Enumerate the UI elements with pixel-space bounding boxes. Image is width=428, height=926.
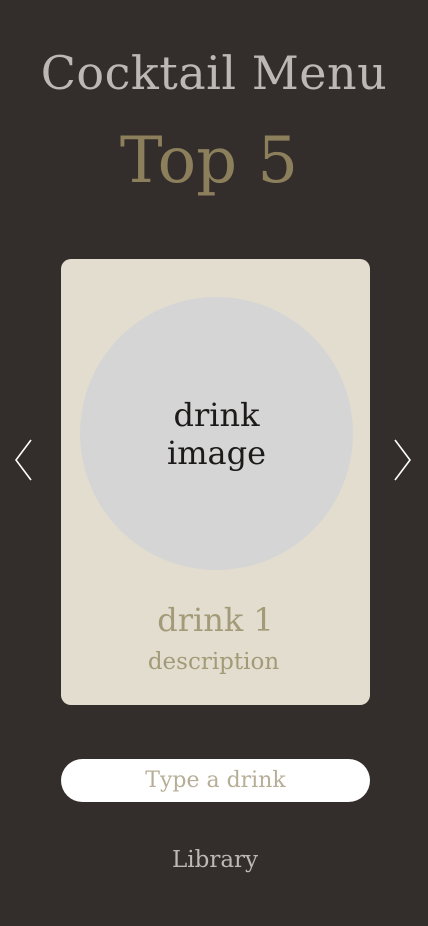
drink-description: description <box>147 649 280 675</box>
library-link[interactable]: Library <box>0 847 428 873</box>
page-title: Cocktail Menu <box>40 46 388 100</box>
drink-name: drink 1 <box>157 601 274 639</box>
chevron-left-icon <box>15 439 32 481</box>
chevron-right-icon <box>394 439 411 481</box>
drink-image-placeholder: drink image <box>166 395 267 472</box>
next-drink-button[interactable] <box>391 438 413 482</box>
drink-card[interactable]: drink image drink 1 description <box>61 259 370 705</box>
page-subtitle: Top 5 <box>119 124 299 198</box>
drink-search-input[interactable] <box>61 759 370 802</box>
prev-drink-button[interactable] <box>13 438 35 482</box>
drink-image: drink image <box>80 297 353 570</box>
